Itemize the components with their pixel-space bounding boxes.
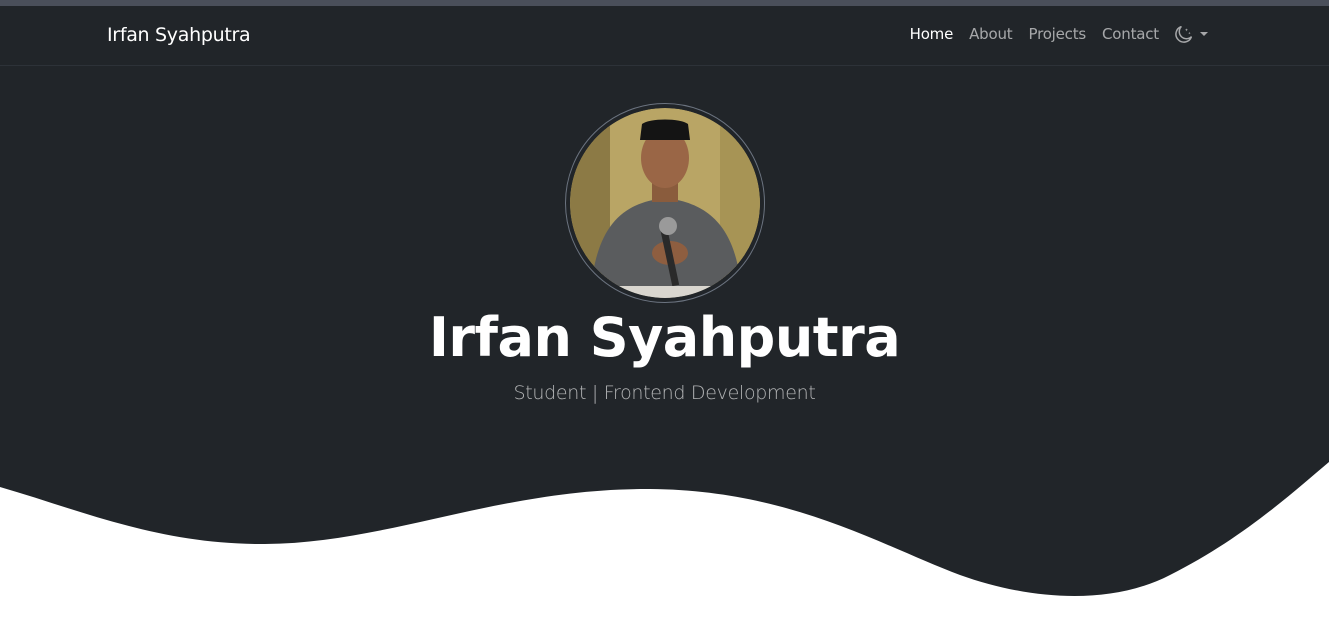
profile-avatar: [565, 103, 765, 303]
hero-name: Irfan Syahputra: [428, 306, 901, 369]
hero-subtitle: Student | Frontend Development: [513, 382, 816, 404]
profile-photo-icon: [570, 108, 760, 298]
